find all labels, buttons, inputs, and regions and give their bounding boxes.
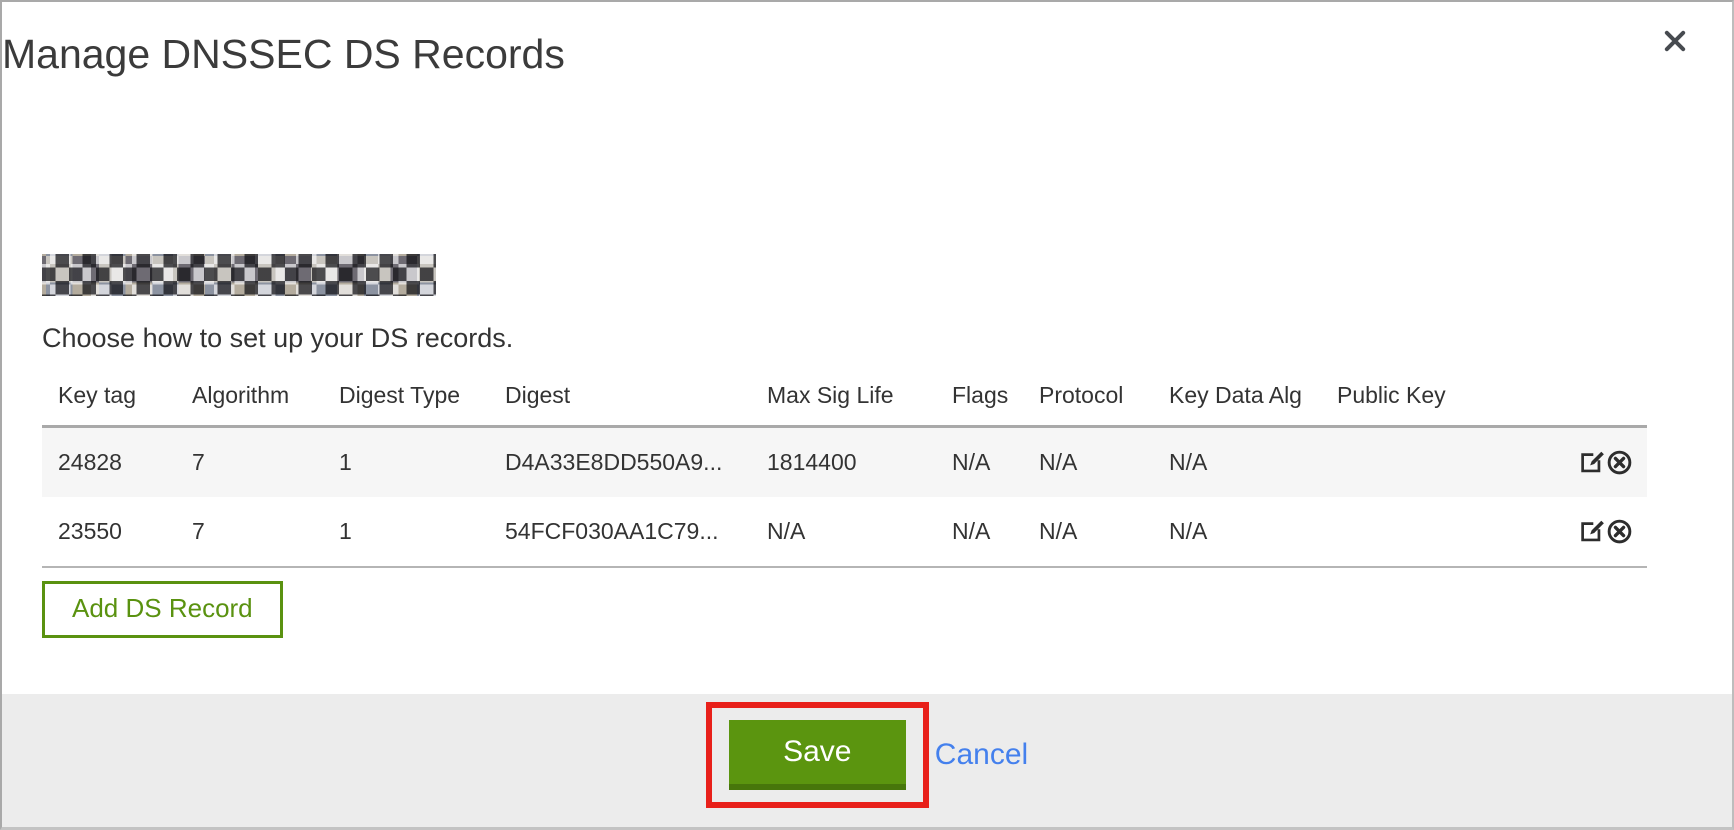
- delete-icon: [1606, 533, 1633, 548]
- redacted-domain-name: [42, 254, 436, 296]
- delete-record-button[interactable]: [1606, 449, 1633, 476]
- cell-max-sig-life: 1814400: [751, 427, 936, 497]
- row-actions: [1547, 427, 1647, 497]
- table-row: 24828 7 1 D4A33E8DD550A9... 1814400 N/A …: [42, 427, 1647, 497]
- column-header-digest: Digest: [489, 368, 751, 427]
- delete-record-button[interactable]: [1606, 518, 1633, 545]
- cell-digest-type: 1: [323, 497, 489, 567]
- cell-protocol: N/A: [1023, 427, 1153, 497]
- cell-key-tag: 23550: [42, 497, 176, 567]
- column-header-algorithm: Algorithm: [176, 368, 323, 427]
- column-header-max-sig-life: Max Sig Life: [751, 368, 936, 427]
- cell-key-data-alg: N/A: [1153, 497, 1321, 567]
- setup-instructions: Choose how to set up your DS records.: [42, 322, 1685, 354]
- cell-protocol: N/A: [1023, 497, 1153, 567]
- cancel-link[interactable]: Cancel: [935, 738, 1028, 772]
- cell-digest: D4A33E8DD550A9...: [489, 427, 751, 497]
- column-header-public-key: Public Key: [1321, 368, 1547, 427]
- footer-actions: Save Cancel: [706, 702, 1028, 808]
- cell-algorithm: 7: [176, 497, 323, 567]
- close-icon: [1661, 43, 1689, 58]
- cell-public-key: [1321, 497, 1547, 567]
- annotation-highlight-box: Save: [706, 702, 929, 808]
- edit-icon: [1577, 533, 1604, 548]
- manage-dnssec-dialog: Manage DNSSEC DS Records Choose how to s…: [0, 0, 1734, 830]
- cell-flags: N/A: [936, 427, 1023, 497]
- header-row: Key tag Algorithm Digest Type Digest Max…: [42, 368, 1647, 427]
- cell-key-tag: 24828: [42, 427, 176, 497]
- column-header-flags: Flags: [936, 368, 1023, 427]
- column-header-key-tag: Key tag: [42, 368, 176, 427]
- edit-record-button[interactable]: [1577, 518, 1604, 545]
- edit-record-button[interactable]: [1577, 449, 1604, 476]
- dialog-footer: Save Cancel: [2, 694, 1732, 827]
- column-header-digest-type: Digest Type: [323, 368, 489, 427]
- cell-digest: 54FCF030AA1C79...: [489, 497, 751, 567]
- table-header: Key tag Algorithm Digest Type Digest Max…: [42, 368, 1647, 427]
- cell-max-sig-life: N/A: [751, 497, 936, 567]
- close-button[interactable]: [1660, 26, 1690, 56]
- row-actions: [1547, 497, 1647, 567]
- column-header-actions: [1547, 368, 1647, 427]
- cell-key-data-alg: N/A: [1153, 427, 1321, 497]
- column-header-protocol: Protocol: [1023, 368, 1153, 427]
- cell-public-key: [1321, 427, 1547, 497]
- dialog-content: Choose how to set up your DS records. Ke…: [2, 254, 1732, 638]
- delete-icon: [1606, 464, 1633, 479]
- cell-flags: N/A: [936, 497, 1023, 567]
- ds-records-table: Key tag Algorithm Digest Type Digest Max…: [42, 368, 1647, 568]
- cell-digest-type: 1: [323, 427, 489, 497]
- cell-algorithm: 7: [176, 427, 323, 497]
- save-button[interactable]: Save: [729, 720, 906, 790]
- edit-icon: [1577, 464, 1604, 479]
- add-ds-record-button[interactable]: Add DS Record: [42, 581, 283, 638]
- page-title: Manage DNSSEC DS Records: [2, 32, 1732, 76]
- column-header-key-data-alg: Key Data Alg: [1153, 368, 1321, 427]
- table-row: 23550 7 1 54FCF030AA1C79... N/A N/A N/A …: [42, 497, 1647, 567]
